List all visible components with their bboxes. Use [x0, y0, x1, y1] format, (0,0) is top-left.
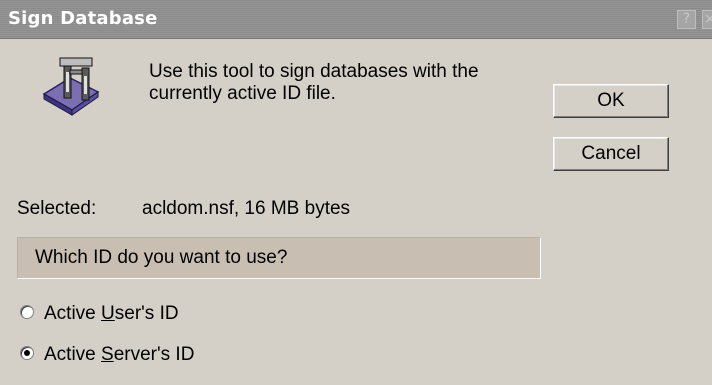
id-question-header: Which ID do you want to use? — [17, 237, 541, 279]
active-user-id-radio[interactable] — [20, 305, 34, 320]
active-user-id-option[interactable]: Active User's ID — [20, 303, 179, 325]
accelerator-key: S — [101, 344, 114, 365]
selected-label: Selected: — [17, 198, 97, 219]
option-label-suffix: ser's ID — [114, 303, 179, 324]
option-label-prefix: Active — [44, 303, 102, 324]
active-server-id-option[interactable]: Active Server's ID — [20, 344, 194, 366]
title-bar[interactable]: Sign Database ? × — [0, 0, 712, 39]
window-title: Sign Database — [8, 8, 158, 29]
intro-text: Use this tool to sign databases with the… — [149, 61, 479, 104]
selected-value: acldom.nsf, 16 MB bytes — [142, 198, 351, 219]
help-icon[interactable]: ? — [677, 10, 696, 29]
sign-tool-icon — [42, 57, 100, 116]
close-icon[interactable]: × — [702, 10, 712, 29]
sign-database-dialog: Sign Database ? × Use this tool to sign … — [0, 0, 712, 385]
option-label-suffix: erver's ID — [113, 344, 195, 365]
ok-button[interactable]: OK — [553, 84, 669, 118]
accelerator-key: U — [101, 303, 115, 324]
option-label-prefix: Active — [44, 344, 102, 365]
selected-row: Selected: acldom.nsf, 16 MB bytes — [17, 198, 350, 220]
active-server-id-radio[interactable] — [20, 346, 34, 361]
cancel-button[interactable]: Cancel — [553, 137, 669, 171]
